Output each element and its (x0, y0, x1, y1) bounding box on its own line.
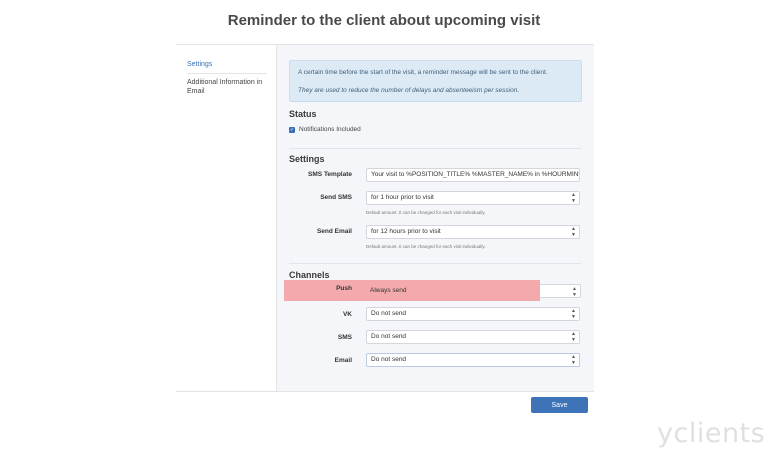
vk-value: Do not send (371, 310, 407, 317)
settings-heading: Settings (289, 154, 325, 164)
send-email-label: Send Email (316, 228, 352, 235)
send-sms-select[interactable]: for 1 hour prior to visit ▲ ▼ (366, 191, 580, 205)
send-sms-label: Send SMS (320, 194, 352, 201)
channels-heading: Channels (289, 270, 330, 280)
send-email-hint: Default amount. It can be changed for ea… (366, 244, 486, 249)
page-title: Reminder to the client about upcoming vi… (227, 12, 541, 29)
info-subtext: They are used to reduce the number of de… (298, 87, 520, 94)
push-value[interactable]: Always send (370, 287, 407, 294)
email-channel-value: Do not send (371, 356, 407, 363)
email-channel-select[interactable]: Do not send ▲ ▼ (366, 353, 580, 367)
push-select[interactable]: ▲ ▼ (540, 284, 581, 298)
vk-label: VK (342, 311, 352, 318)
vk-select[interactable]: Do not send ▲ ▼ (366, 307, 580, 321)
send-sms-hint: Default amount. It can be changed for ea… (366, 210, 486, 215)
select-arrows-icon: ▲ ▼ (571, 308, 576, 320)
sms-template-input[interactable]: Your visit to %POSITION_TITLE% %MASTER_N… (366, 168, 580, 182)
send-email-value: for 12 hours prior to visit (371, 228, 441, 235)
notifications-label: Notifications Included (299, 126, 361, 133)
select-arrows-icon: ▲ ▼ (571, 354, 576, 366)
select-arrows-icon: ▲ ▼ (571, 226, 576, 238)
status-heading: Status (289, 109, 317, 119)
sms-channel-label: SMS (337, 334, 352, 341)
select-arrows-icon: ▲ ▼ (572, 286, 577, 298)
save-button[interactable]: Save (531, 397, 588, 413)
select-arrows-icon: ▲ ▼ (571, 192, 576, 204)
checkbox-notifications[interactable]: ✓ (289, 127, 295, 133)
sms-channel-select[interactable]: Do not send ▲ ▼ (366, 330, 580, 344)
sidebar-item-settings[interactable]: Settings (187, 60, 267, 69)
divider (289, 148, 581, 149)
sidebar-item-additional-info[interactable]: Additional Information in Email (187, 78, 267, 96)
settings-panel: Settings Additional Information in Email… (176, 44, 594, 392)
brand-logo: yclients (657, 418, 766, 449)
select-arrows-icon: ▲ ▼ (571, 331, 576, 343)
sms-channel-value: Do not send (371, 333, 407, 340)
divider (289, 263, 581, 264)
sms-template-label: SMS Template (308, 171, 352, 178)
send-sms-value: for 1 hour prior to visit (371, 194, 434, 201)
main-content: A certain time before the start of the v… (277, 45, 594, 391)
push-label: Push (336, 285, 352, 292)
info-box: A certain time before the start of the v… (289, 60, 582, 102)
send-email-select[interactable]: for 12 hours prior to visit ▲ ▼ (366, 225, 580, 239)
info-text: A certain time before the start of the v… (298, 69, 548, 76)
email-channel-label: Email (334, 357, 352, 364)
sidebar-divider (187, 73, 267, 74)
sidebar: Settings Additional Information in Email (176, 45, 277, 391)
